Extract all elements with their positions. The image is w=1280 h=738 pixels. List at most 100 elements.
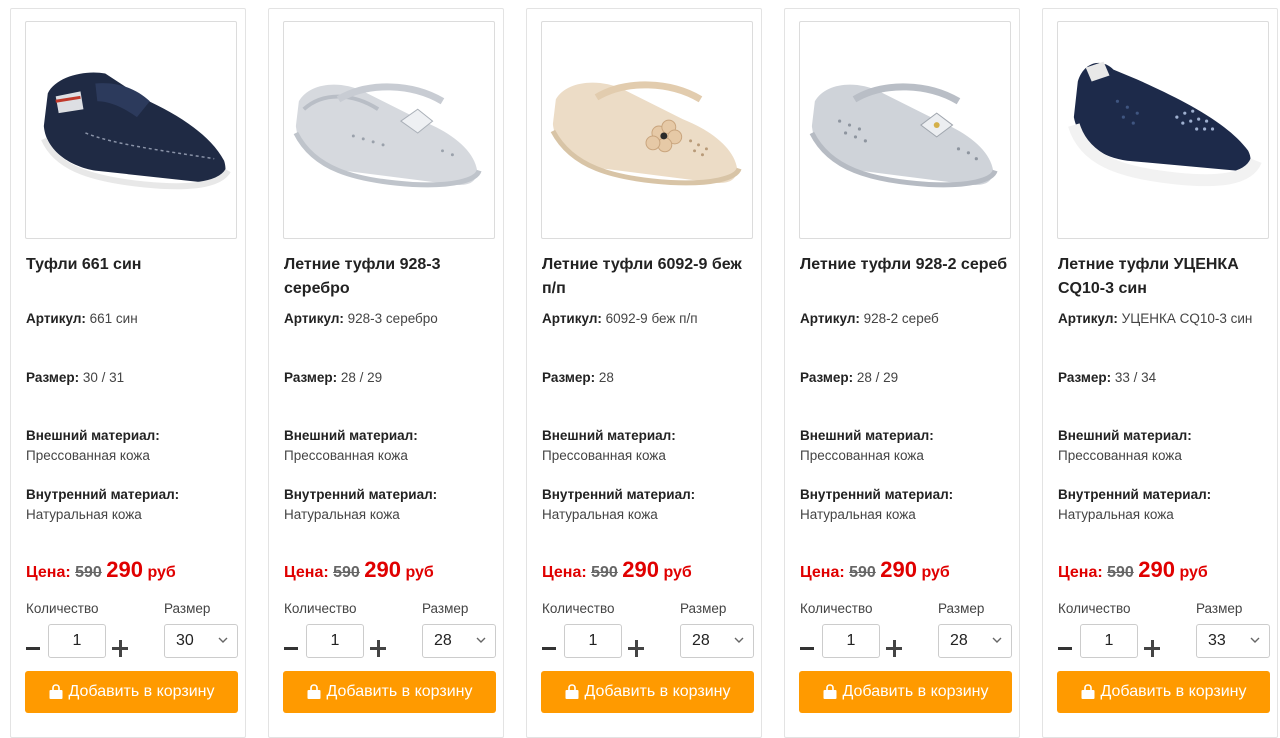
inner-material-value: Натуральная кожа xyxy=(800,507,916,522)
price-label: Цена: xyxy=(800,564,845,581)
size-select-value: 28 xyxy=(434,632,452,649)
quantity-increase-button[interactable] xyxy=(628,636,644,660)
quantity-increase-button[interactable] xyxy=(1144,636,1160,660)
old-price: 590 xyxy=(75,564,102,581)
quantity-label: Количество xyxy=(26,601,99,616)
product-card: Летние туфли УЦЕНКА CQ10-3 син Артикул: … xyxy=(1042,8,1278,738)
article-label: Артикул: xyxy=(26,311,86,326)
article-value: 661 син xyxy=(89,311,138,326)
outer-material-value: Прессованная кожа xyxy=(284,448,408,463)
outer-material: Внешний материал: Прессованная кожа xyxy=(800,426,1025,466)
minus-icon xyxy=(284,646,298,650)
outer-material-label: Внешний материал: xyxy=(800,428,934,443)
current-price: 290 xyxy=(106,557,143,582)
article-value: 928-3 серебро xyxy=(347,311,438,326)
quantity-input[interactable] xyxy=(564,624,622,658)
size-row: Размер: 30 / 31 xyxy=(26,368,251,388)
product-title[interactable]: Летние туфли 928-2 сереб xyxy=(800,253,1015,277)
inner-material: Внутренний материал: Натуральная кожа xyxy=(542,485,767,525)
size-value: 30 / 31 xyxy=(82,370,125,385)
price-label: Цена: xyxy=(1058,564,1103,581)
quantity-increase-button[interactable] xyxy=(886,636,902,660)
inner-material: Внутренний материал: Натуральная кожа xyxy=(800,485,1025,525)
size-select[interactable]: 28 xyxy=(938,624,1012,658)
outer-material-label: Внешний материал: xyxy=(1058,428,1192,443)
outer-material: Внешний материал: Прессованная кожа xyxy=(1058,426,1280,466)
product-image[interactable] xyxy=(1057,21,1269,239)
quantity-input[interactable] xyxy=(1080,624,1138,658)
inner-material-label: Внутренний материал: xyxy=(1058,487,1212,502)
product-title[interactable]: Летние туфли УЦЕНКА CQ10-3 син xyxy=(1058,253,1273,301)
quantity-increase-button[interactable] xyxy=(370,636,386,660)
quantity-input[interactable] xyxy=(306,624,364,658)
inner-material-label: Внутренний материал: xyxy=(26,487,180,502)
minus-icon xyxy=(542,646,556,650)
outer-material: Внешний материал: Прессованная кожа xyxy=(542,426,767,466)
size-row: Размер: 28 / 29 xyxy=(800,368,1025,388)
quantity-decrease-button[interactable] xyxy=(26,636,40,660)
product-card: Летние туфли 928-3 серебро Артикул: 928-… xyxy=(268,8,504,738)
size-select[interactable]: 33 xyxy=(1196,624,1270,658)
size-select-label: Размер xyxy=(164,601,211,616)
article-row: Артикул: 661 син xyxy=(26,309,251,329)
product-image[interactable] xyxy=(541,21,753,239)
inner-material-value: Натуральная кожа xyxy=(1058,507,1174,522)
currency-label: руб xyxy=(1179,564,1208,581)
quantity-input[interactable] xyxy=(822,624,880,658)
chevron-down-icon xyxy=(218,637,228,643)
quantity-decrease-button[interactable] xyxy=(800,636,814,660)
product-title[interactable]: Летние туфли 928-3 серебро xyxy=(284,253,499,301)
size-label: Размер: xyxy=(26,370,80,385)
add-to-cart-label: Добавить в корзину xyxy=(584,683,731,700)
product-title[interactable]: Туфли 661 син xyxy=(26,253,241,277)
add-to-cart-button[interactable]: Добавить в корзину xyxy=(1057,671,1270,713)
minus-icon xyxy=(1058,646,1072,650)
size-label: Размер: xyxy=(284,370,338,385)
quantity-decrease-button[interactable] xyxy=(284,636,298,660)
size-select-value: 33 xyxy=(1208,632,1226,649)
quantity-input[interactable] xyxy=(48,624,106,658)
silver-mary-jane-shoe-icon xyxy=(293,83,482,188)
product-card: Летние туфли 928-2 сереб Артикул: 928-2 … xyxy=(784,8,1020,738)
size-select[interactable]: 28 xyxy=(422,624,496,658)
quantity-label: Количество xyxy=(284,601,357,616)
product-card: Летние туфли 6092-9 беж п/п Артикул: 609… xyxy=(526,8,762,738)
add-to-cart-button[interactable]: Добавить в корзину xyxy=(799,671,1012,713)
quantity-decrease-button[interactable] xyxy=(542,636,556,660)
add-to-cart-button[interactable]: Добавить в корзину xyxy=(541,671,754,713)
add-to-cart-label: Добавить в корзину xyxy=(68,683,215,700)
quantity-label: Количество xyxy=(1058,601,1131,616)
size-value: 28 / 29 xyxy=(856,370,899,385)
product-title[interactable]: Летние туфли 6092-9 беж п/п xyxy=(542,253,757,301)
product-image[interactable] xyxy=(799,21,1011,239)
navy-loafer-shoe-icon xyxy=(41,72,231,190)
size-select[interactable]: 28 xyxy=(680,624,754,658)
product-image[interactable] xyxy=(283,21,495,239)
quantity-decrease-button[interactable] xyxy=(1058,636,1072,660)
currency-label: руб xyxy=(147,564,176,581)
old-price: 590 xyxy=(591,564,618,581)
size-select-value: 28 xyxy=(950,632,968,649)
size-select[interactable]: 30 xyxy=(164,624,238,658)
chevron-down-icon xyxy=(1250,637,1260,643)
product-grid: Туфли 661 син Артикул: 661 син Размер: 3… xyxy=(0,0,1280,738)
article-label: Артикул: xyxy=(800,311,860,326)
old-price: 590 xyxy=(849,564,876,581)
outer-material-value: Прессованная кожа xyxy=(1058,448,1182,463)
add-to-cart-button[interactable]: Добавить в корзину xyxy=(25,671,238,713)
outer-material-label: Внешний материал: xyxy=(26,428,160,443)
product-image[interactable] xyxy=(25,21,237,239)
currency-label: руб xyxy=(663,564,692,581)
article-label: Артикул: xyxy=(1058,311,1118,326)
size-row: Размер: 28 / 29 xyxy=(284,368,509,388)
current-price: 290 xyxy=(622,557,659,582)
price-label: Цена: xyxy=(542,564,587,581)
size-select-label: Размер xyxy=(1196,601,1243,616)
quantity-label: Количество xyxy=(542,601,615,616)
current-price: 290 xyxy=(880,557,917,582)
inner-material-label: Внутренний материал: xyxy=(284,487,438,502)
add-to-cart-button[interactable]: Добавить в корзину xyxy=(283,671,496,713)
size-row: Размер: 33 / 34 xyxy=(1058,368,1280,388)
size-value: 28 / 29 xyxy=(340,370,383,385)
quantity-increase-button[interactable] xyxy=(112,636,128,660)
